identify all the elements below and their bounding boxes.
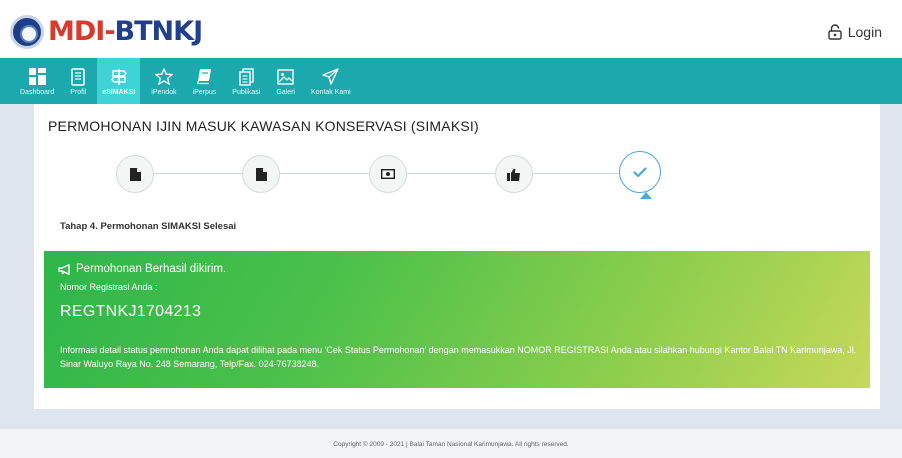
nav-item-publikasi[interactable]: Publikasi [227, 58, 265, 104]
info-text: Informasi detail status permohonan Anda … [60, 345, 857, 369]
check-icon [633, 166, 647, 177]
page-title: PERMOHONAN IJIN MASUK KAWASAN KONSERVASI… [48, 118, 479, 134]
success-alert: Permohonan Berhasil dikirim. Nomor Regis… [44, 251, 870, 388]
alert-heading: Permohonan Berhasil dikirim. [58, 263, 226, 275]
nav-label: eSIMAKSI [102, 88, 136, 96]
image-icon [277, 67, 294, 87]
paper-plane-icon [322, 67, 340, 87]
nav-label: Kontak Kami [311, 88, 351, 96]
step-3 [369, 155, 407, 193]
nav-item-ipendok[interactable]: iPendok [146, 58, 181, 104]
step-pointer [640, 192, 652, 199]
book-icon [197, 67, 212, 87]
nav-label: Profil [70, 88, 87, 96]
logo-emblem-icon [10, 15, 44, 49]
files-icon [239, 67, 254, 87]
main-nav: Dashboard Profil eSIMAKSI iPendok iPerpu… [15, 58, 356, 104]
nav-label: Publikasi [232, 88, 261, 96]
nav-label: iPendok [151, 88, 177, 96]
alert-heading-text: Permohonan Berhasil dikirim. [76, 263, 227, 275]
nav-item-galeri[interactable]: Galeri [271, 58, 300, 104]
stage-label: Tahap 4. Permohonan SIMAKSI Selesai [60, 221, 237, 232]
nav-item-profil[interactable]: Profil [65, 58, 91, 104]
logo-text: MDI-BTNKJ [48, 16, 203, 47]
nav-label: Galeri [276, 88, 295, 96]
login-label: Login [847, 24, 882, 40]
registration-number: REGTNKJ1704213 [60, 303, 202, 320]
thumbs-up-icon [507, 168, 520, 181]
nav-item-esimaksi[interactable]: eSIMAKSI [97, 58, 141, 104]
copyright-text: Copyright © 2009 - 2021 | Balai Taman Na… [333, 441, 569, 448]
footer: Copyright © 2009 - 2021 | Balai Taman Na… [0, 428, 902, 458]
lock-icon [828, 24, 842, 40]
nav-item-kontak-kami[interactable]: Kontak Kami [306, 58, 356, 104]
star-icon [154, 67, 173, 87]
registration-label: Nomor Registrasi Anda : [60, 282, 158, 292]
dashboard-icon [28, 67, 46, 87]
nav-item-iperpus[interactable]: iPerpus [188, 58, 222, 104]
step-2 [242, 155, 280, 193]
bullhorn-icon [58, 263, 70, 275]
step-5-current [619, 151, 661, 193]
top-header: MDI-BTNKJ Login [0, 0, 902, 58]
site-logo[interactable]: MDI-BTNKJ [10, 15, 203, 49]
file-icon [129, 167, 141, 181]
simaksi-card: PERMOHONAN IJIN MASUK KAWASAN KONSERVASI… [34, 104, 880, 409]
nav-item-dashboard[interactable]: Dashboard [15, 58, 59, 104]
main-nav-bar: Dashboard Profil eSIMAKSI iPendok iPerpu… [0, 58, 902, 104]
step-4 [495, 155, 533, 193]
file-icon [255, 167, 267, 181]
money-icon [381, 169, 395, 179]
login-link[interactable]: Login [828, 24, 882, 40]
document-icon [71, 67, 85, 87]
nav-label: iPerpus [192, 88, 217, 96]
nav-label: Dashboard [20, 88, 55, 96]
step-1 [116, 155, 154, 193]
signpost-icon [110, 67, 127, 87]
